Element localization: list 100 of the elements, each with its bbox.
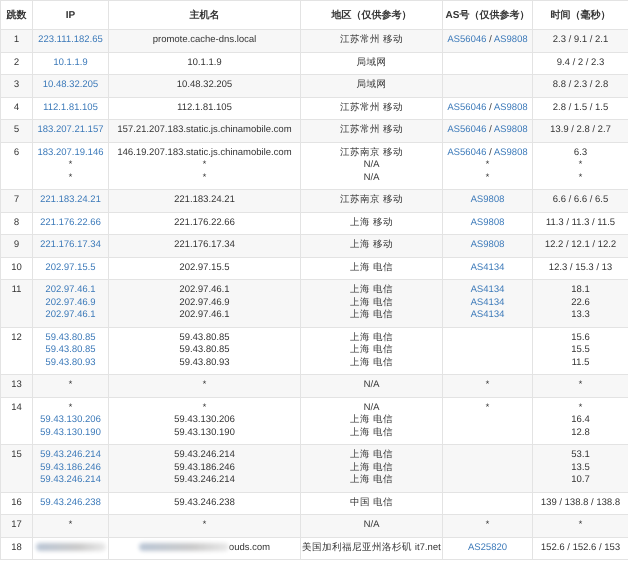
- link[interactable]: 59.43.246.214: [40, 449, 101, 460]
- cell-text: 202.97.46.1: [178, 284, 231, 296]
- cell-text: 江苏南京 移动: [339, 194, 404, 206]
- cell-text: N/A: [362, 172, 380, 184]
- blurred-text: [36, 542, 106, 551]
- cell-text: /: [488, 146, 493, 158]
- cell-text: 上海 电信: [349, 449, 394, 462]
- cell-text: 16.4: [570, 414, 591, 426]
- link[interactable]: AS4134: [470, 296, 504, 308]
- cell-text: 146.19.207.183.static.js.chinamobile.com: [116, 146, 293, 159]
- cell-text: 上海 电信: [349, 309, 394, 322]
- cell-text: *: [578, 402, 584, 414]
- cell-text: 18.1: [570, 284, 591, 296]
- cell-text: 上海 电信: [349, 426, 394, 439]
- hop-number: 12: [10, 332, 23, 344]
- ip-link[interactable]: AS56046: [447, 146, 486, 158]
- cell-text: 上海 电信: [349, 296, 394, 309]
- link[interactable]: AS9808: [470, 216, 504, 228]
- cell-text: 上海 电信: [349, 414, 394, 426]
- hop-number: 16: [10, 496, 23, 509]
- cell-text: ouds.com: [228, 542, 270, 552]
- cell-text: 12.2 / 12.1 / 12.2: [544, 239, 618, 252]
- cell-text: 上海 电信: [349, 462, 394, 474]
- cell-text: 江苏常州 移动: [339, 102, 404, 114]
- cell-text: /: [488, 124, 493, 135]
- cell-text: 139 / 138.8 / 138.8: [540, 496, 622, 509]
- cell-text: 上海 电信: [349, 284, 394, 296]
- link[interactable]: AS9808: [470, 194, 504, 205]
- cell-text: 上海 电信: [349, 474, 394, 486]
- cell-text: 59.43.186.246: [173, 462, 236, 474]
- ip-link[interactable]: AS9808: [494, 146, 528, 158]
- link[interactable]: 202.97.46.1: [45, 309, 96, 320]
- link[interactable]: 59.43.246.214: [40, 474, 101, 485]
- cell-text: 12.8: [570, 426, 591, 439]
- ip-link[interactable]: AS56046: [447, 102, 486, 112]
- hop-number: 1: [12, 34, 20, 46]
- hop-number: 11: [10, 284, 22, 296]
- link[interactable]: 59.43.130.190: [40, 426, 101, 438]
- ip-link[interactable]: AS9808: [494, 102, 528, 112]
- ip-link[interactable]: AS56046: [447, 124, 486, 135]
- link[interactable]: 183.207.19.146: [37, 146, 104, 158]
- hop-number: 15: [10, 449, 23, 462]
- hop-number: 13: [10, 379, 23, 392]
- cell-text: *: [68, 159, 74, 172]
- link[interactable]: 59.43.80.85: [45, 332, 96, 342]
- cell-text: 112.1.81.105: [176, 102, 233, 114]
- cell-text: 江苏常州 移动: [339, 34, 404, 46]
- cell-text: 59.43.246.214: [173, 474, 236, 486]
- cell-text: *: [484, 519, 490, 532]
- cell-text: 59.43.130.206: [173, 414, 236, 426]
- cell-text: 22.6: [570, 296, 591, 309]
- cell-text: promote.cache-dns.local: [152, 34, 258, 46]
- hop-number: 5: [12, 124, 20, 136]
- cell-text: N/A: [362, 519, 380, 532]
- hop-number: 6: [12, 146, 20, 159]
- cell-text: 江苏南京 移动: [339, 146, 404, 159]
- cell-text: 6.3: [572, 146, 588, 159]
- cell-text: 59.43.246.214: [173, 449, 236, 462]
- hop-number: 14: [10, 402, 23, 414]
- ip-link[interactable]: AS56046: [447, 34, 486, 45]
- link[interactable]: 59.43.186.246: [40, 462, 101, 472]
- link[interactable]: 202.97.46.1: [45, 284, 96, 295]
- cell-text: N/A: [362, 159, 380, 172]
- cell-text: /: [488, 34, 493, 45]
- cell-text: *: [578, 172, 584, 184]
- cell-text: 202.97.46.9: [178, 296, 231, 309]
- cell-text: *: [484, 159, 490, 172]
- column-header: IP: [66, 10, 76, 20]
- cell-text: 上海 移动: [349, 239, 394, 252]
- hop-number: 2: [12, 56, 20, 69]
- cell-text: 中国 电信: [349, 496, 394, 509]
- cell-text: *: [578, 379, 584, 392]
- cell-text: 2.3 / 9.1 / 2.1: [552, 34, 610, 46]
- cell-text: 15.5: [570, 344, 591, 356]
- cell-text: *: [484, 402, 490, 414]
- link[interactable]: 59.43.80.85: [45, 344, 96, 355]
- link[interactable]: 59.43.130.206: [40, 414, 101, 425]
- link[interactable]: AS4134: [470, 284, 504, 295]
- cell-text: 221.176.22.66: [173, 216, 236, 229]
- ip-link[interactable]: AS9808: [494, 124, 528, 135]
- cell-text: 6.6 / 6.6 / 6.5: [552, 194, 610, 206]
- ip-link[interactable]: AS9808: [494, 34, 528, 45]
- cell-text: *: [578, 159, 584, 172]
- cell-text: 江苏常州 移动: [339, 124, 404, 136]
- hop-number: 10: [10, 262, 23, 274]
- cell-text: 上海 电信: [349, 332, 394, 344]
- cell-text: 59.43.80.85: [178, 332, 231, 344]
- cell-text: 8.8 / 2.3 / 2.8: [552, 79, 610, 92]
- link[interactable]: AS4134: [470, 309, 504, 320]
- column-header: 地区（仅供参考）: [332, 10, 412, 21]
- link[interactable]: 202.97.46.9: [45, 296, 96, 308]
- cell-text: N/A: [362, 402, 380, 414]
- link[interactable]: 59.43.80.93: [45, 356, 96, 368]
- cell-text: 上海 电信: [349, 344, 394, 356]
- cell-text: 157.21.207.183.static.js.chinamobile.com: [116, 124, 293, 136]
- link[interactable]: AS4134: [470, 262, 504, 272]
- link[interactable]: AS9808: [470, 239, 504, 250]
- cell-text: *: [68, 402, 74, 414]
- cell-text: 局域网: [356, 79, 388, 92]
- cell-text: 152.6 / 152.6 / 153: [540, 542, 622, 554]
